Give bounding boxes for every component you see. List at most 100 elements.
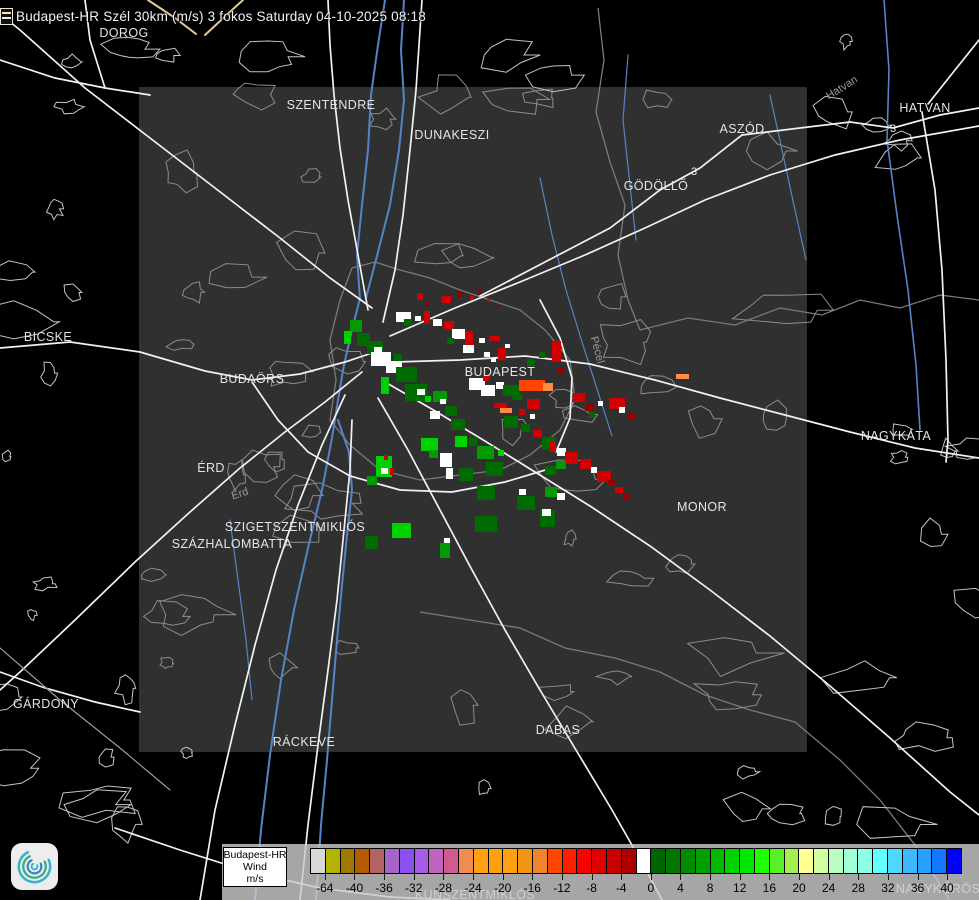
radar-echo: [591, 467, 597, 473]
radar-echo: [484, 352, 490, 357]
radar-echo: [589, 412, 595, 418]
radar-echo: [469, 438, 477, 446]
city-label-aszód: ASZÓD: [719, 122, 765, 136]
legend-color-cell: [709, 849, 725, 873]
radar-range-square: [139, 87, 807, 752]
radar-echo: [445, 406, 457, 416]
radar-echo: [426, 301, 430, 306]
radar-echo: [350, 320, 362, 332]
road-number-label: 3: [889, 123, 897, 135]
settlement-outline: [919, 517, 949, 548]
legend-product-type: Wind: [243, 861, 267, 873]
radar-echo: [451, 419, 465, 430]
radar-echo: [479, 338, 485, 343]
radar-echo: [394, 354, 402, 361]
legend-color-cell: [517, 849, 532, 873]
legend-color-cell: [472, 849, 488, 873]
legend-tick-label: -32: [405, 881, 423, 895]
legend-color-cell: [753, 849, 769, 873]
legend-color-cell: [724, 849, 740, 873]
radar-echo: [417, 293, 423, 300]
radar-echo: [477, 486, 495, 500]
radar-echo: [486, 462, 503, 476]
legend-tick-label: -24: [464, 881, 482, 895]
met-logo: [11, 843, 58, 890]
radar-echo: [463, 345, 474, 353]
settlement-outline: [63, 789, 133, 824]
legend-product-name: Budapest-HR: [223, 849, 287, 861]
legend-color-cell: [931, 849, 947, 873]
settlement-outline: [31, 576, 58, 592]
radar-echo: [517, 496, 535, 510]
radar-echo: [390, 468, 394, 475]
legend-tick-label: 32: [881, 881, 895, 895]
radar-echo: [417, 389, 425, 395]
settlement-outline: [98, 748, 115, 768]
radar-echo: [384, 455, 388, 460]
legend-color-cell: [605, 849, 621, 873]
legend-color-cell: [324, 849, 340, 873]
legend-color-cell: [457, 849, 473, 873]
radar-echo: [580, 459, 591, 469]
radar-echo: [404, 319, 412, 326]
legend-color-cell: [531, 849, 547, 873]
settlement-outline: [27, 609, 38, 622]
legend-color-cell: [428, 849, 444, 873]
legend-color-cell: [813, 849, 828, 873]
radar-echo: [444, 538, 450, 543]
legend-product-unit: m/s: [246, 873, 264, 885]
radar-echo: [457, 291, 462, 297]
settlement-outline: [113, 674, 137, 706]
city-label-nagykáta: NAGYKÁTA: [860, 429, 932, 443]
radar-echo: [573, 393, 585, 402]
radar-echo: [429, 450, 438, 458]
legend-tick-label: 20: [792, 881, 806, 895]
legend-color-cell: [872, 849, 888, 873]
radar-echo: [608, 480, 615, 486]
radar-echo: [415, 316, 421, 321]
legend-tick-label: 28: [851, 881, 865, 895]
radar-echo: [441, 296, 451, 303]
radar-echo: [425, 396, 431, 402]
radar-echo: [552, 341, 561, 362]
legend-color-cell: [916, 849, 932, 873]
settlement-outline: [40, 361, 59, 387]
legend-color-cell: [842, 849, 858, 873]
settlement-outline: [736, 765, 762, 780]
city-label-hatvan: HATVAN: [899, 101, 951, 115]
radar-echo: [433, 319, 442, 326]
radar-echo: [452, 329, 465, 339]
settlement-outline: [894, 721, 954, 752]
settlement-outline: [0, 260, 37, 282]
radar-echo: [498, 348, 506, 360]
legend-color-cell: [311, 849, 325, 873]
city-label-érd: ÉRD: [197, 461, 225, 475]
legend-color-cell: [398, 849, 414, 873]
legend-cells: [310, 848, 962, 874]
legend-color-cell: [665, 849, 680, 873]
city-label-gödöllő: GÖDÖLLŐ: [623, 179, 689, 193]
legend-color-cell: [901, 849, 917, 873]
radar-echo: [481, 385, 495, 396]
radar-echo: [556, 461, 566, 469]
radar-echo: [539, 352, 545, 358]
radar-echo: [527, 399, 540, 409]
spiral-icon: [11, 843, 58, 890]
settlement-outline: [480, 38, 541, 73]
city-label-gárdony: GÁRDONY: [12, 697, 80, 711]
settlement-outline: [99, 36, 162, 59]
radar-echo: [497, 305, 500, 308]
legend-color-cell: [783, 849, 799, 873]
radar-echo: [365, 536, 378, 549]
radar-echo: [489, 336, 500, 341]
legend-color-cell: [369, 849, 384, 873]
radar-echo: [440, 399, 446, 404]
settlement-outline: [722, 791, 773, 823]
radar-echo: [505, 344, 510, 348]
legend-tick-label: 40: [940, 881, 954, 895]
radar-echo: [344, 331, 351, 344]
legend-tick-label: 0: [647, 881, 655, 895]
legend-tick-label: 8: [706, 881, 714, 895]
settlement-outline: [0, 749, 41, 787]
radar-echo: [504, 416, 518, 428]
